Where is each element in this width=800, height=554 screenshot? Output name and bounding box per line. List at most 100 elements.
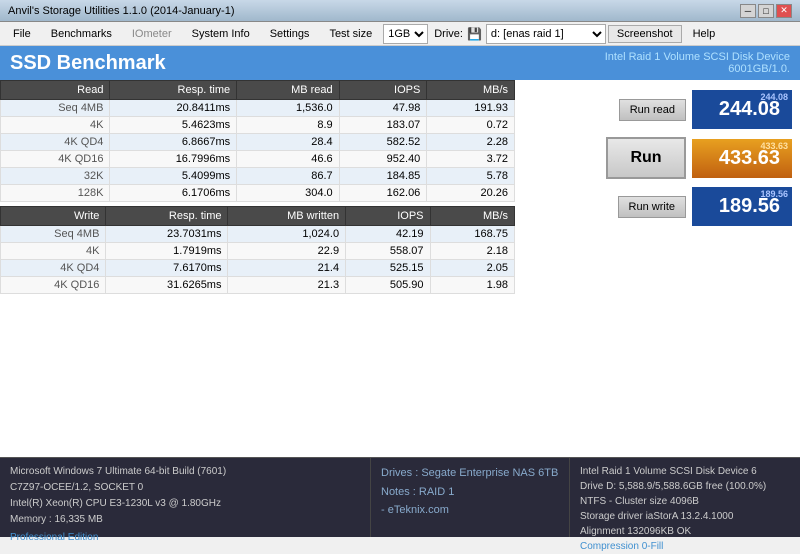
run-write-button[interactable]: Run write bbox=[618, 196, 686, 218]
system-info-line: Intel(R) Xeon(R) CPU E3-1230L v3 @ 1.80G… bbox=[10, 496, 360, 512]
write-table-row: 4K1.7919ms22.9558.072.18 bbox=[1, 243, 515, 260]
read-table: Read Resp. time MB read IOPS MB/s Seq 4M… bbox=[0, 80, 515, 202]
write-cell: 558.07 bbox=[346, 243, 430, 260]
settings-menu[interactable]: Settings bbox=[261, 25, 319, 43]
write-cell: 2.05 bbox=[430, 260, 514, 277]
ssd-capacity: 6001GB/1.0. bbox=[605, 63, 790, 75]
write-cell: 21.4 bbox=[228, 260, 346, 277]
write-cell: 2.18 bbox=[430, 243, 514, 260]
write-cell: 7.6170ms bbox=[106, 260, 228, 277]
drives-notes-line: Notes : RAID 1 bbox=[381, 483, 559, 502]
pro-edition: Professional Edition bbox=[10, 530, 360, 546]
write-cell: 22.9 bbox=[228, 243, 346, 260]
ssd-device-name: Intel Raid 1 Volume SCSI Disk Device bbox=[605, 51, 790, 63]
read-table-row: 128K6.1706ms304.0162.0620.26 bbox=[1, 185, 515, 202]
disk-info-line: Storage driver iaStorA 13.2.4.1000 bbox=[580, 509, 790, 524]
write-cell: 21.3 bbox=[228, 277, 346, 294]
system-info: Microsoft Windows 7 Ultimate 64-bit Buil… bbox=[10, 464, 360, 528]
resp-time-col-header: Resp. time bbox=[110, 81, 237, 100]
disk-info-line[interactable]: Compression 0-Fill bbox=[580, 539, 790, 554]
read-cell: 8.9 bbox=[237, 117, 340, 134]
run-button[interactable]: Run bbox=[606, 137, 686, 179]
read-cell: 2.28 bbox=[427, 134, 515, 151]
read-cell: 32K bbox=[1, 168, 110, 185]
write-cell: 1.98 bbox=[430, 277, 514, 294]
minimize-button[interactable]: ─ bbox=[740, 4, 756, 18]
bottom-bar: Microsoft Windows 7 Ultimate 64-bit Buil… bbox=[0, 457, 800, 537]
write-cell: 4K bbox=[1, 243, 106, 260]
write-cell: 168.75 bbox=[430, 226, 514, 243]
file-menu[interactable]: File bbox=[4, 25, 40, 43]
read-cell: 191.93 bbox=[427, 100, 515, 117]
read-cell: 86.7 bbox=[237, 168, 340, 185]
run-read-row: Run read 244.08 244.08 bbox=[526, 90, 792, 129]
read-cell: 4K bbox=[1, 117, 110, 134]
read-cell: 5.4099ms bbox=[110, 168, 237, 185]
read-cell: 1,536.0 bbox=[237, 100, 340, 117]
write-cell: 31.6265ms bbox=[106, 277, 228, 294]
read-cell: 28.4 bbox=[237, 134, 340, 151]
help-menu[interactable]: Help bbox=[684, 25, 725, 43]
read-cell: 3.72 bbox=[427, 151, 515, 168]
disk-info-line: Intel Raid 1 Volume SCSI Disk Device 6 bbox=[580, 464, 790, 479]
iometer-menu[interactable]: IOmeter bbox=[123, 25, 181, 43]
read-cell: 4K QD4 bbox=[1, 134, 110, 151]
screenshot-button[interactable]: Screenshot bbox=[608, 25, 682, 43]
write-cell: 4K QD4 bbox=[1, 260, 106, 277]
iops-read-col-header: IOPS bbox=[339, 81, 427, 100]
write-cell: 525.15 bbox=[346, 260, 430, 277]
read-cell: 5.4623ms bbox=[110, 117, 237, 134]
write-table-row: 4K QD47.6170ms21.4525.152.05 bbox=[1, 260, 515, 277]
write-col-header: Write bbox=[1, 207, 106, 226]
total-score-box: 433.63 433.63 bbox=[692, 139, 792, 178]
read-cell: 582.52 bbox=[339, 134, 427, 151]
write-cell: 42.19 bbox=[346, 226, 430, 243]
bottom-middle: Drives : Segate Enterprise NAS 6TBNotes … bbox=[370, 458, 570, 537]
read-table-row: 4K QD1616.7996ms46.6952.403.72 bbox=[1, 151, 515, 168]
read-cell: 162.06 bbox=[339, 185, 427, 202]
read-table-row: Seq 4MB20.8411ms1,536.047.98191.93 bbox=[1, 100, 515, 117]
read-cell: 5.78 bbox=[427, 168, 515, 185]
benchmarks-menu[interactable]: Benchmarks bbox=[42, 25, 121, 43]
read-cell: Seq 4MB bbox=[1, 100, 110, 117]
read-cell: 4K QD16 bbox=[1, 151, 110, 168]
test-size-select[interactable]: 1GB bbox=[383, 24, 428, 44]
write-table-row: Seq 4MB23.7031ms1,024.042.19168.75 bbox=[1, 226, 515, 243]
title-bar-text: Anvil's Storage Utilities 1.1.0 (2014-Ja… bbox=[8, 5, 234, 17]
right-panel: Run read 244.08 244.08 Run 433.63 433.63… bbox=[518, 80, 800, 457]
title-bar: Anvil's Storage Utilities 1.1.0 (2014-Ja… bbox=[0, 0, 800, 22]
read-cell: 0.72 bbox=[427, 117, 515, 134]
ssd-title: SSD Benchmark bbox=[10, 52, 166, 75]
read-score-label: 244.08 bbox=[760, 92, 788, 102]
title-bar-buttons: ─ □ ✕ bbox=[740, 4, 792, 18]
read-cell: 20.8411ms bbox=[110, 100, 237, 117]
close-button[interactable]: ✕ bbox=[776, 4, 792, 18]
write-cell: 505.90 bbox=[346, 277, 430, 294]
mb-written-col-header: MB written bbox=[228, 207, 346, 226]
run-read-button[interactable]: Run read bbox=[619, 99, 686, 121]
drives-notes-line: Drives : Segate Enterprise NAS 6TB bbox=[381, 464, 559, 483]
total-score-label: 433.63 bbox=[760, 141, 788, 151]
read-cell: 128K bbox=[1, 185, 110, 202]
system-info-line: C7Z97-OCEE/1.2, SOCKET 0 bbox=[10, 480, 360, 496]
maximize-button[interactable]: □ bbox=[758, 4, 774, 18]
run-write-row: Run write 189.56 189.56 bbox=[526, 187, 792, 226]
read-score-box: 244.08 244.08 bbox=[692, 90, 792, 129]
mbs-write-col-header: MB/s bbox=[430, 207, 514, 226]
resp-time-write-col-header: Resp. time bbox=[106, 207, 228, 226]
bottom-right: Intel Raid 1 Volume SCSI Disk Device 6Dr… bbox=[570, 458, 800, 537]
write-cell: 23.7031ms bbox=[106, 226, 228, 243]
write-table-row: 4K QD1631.6265ms21.3505.901.98 bbox=[1, 277, 515, 294]
system-info-line: Memory : 16,335 MB bbox=[10, 512, 360, 528]
disk-info-line: Drive D: 5,588.9/5,588.6GB free (100.0%) bbox=[580, 479, 790, 494]
drives-notes-line: - eTeknix.com bbox=[381, 501, 559, 520]
system-info-menu[interactable]: System Info bbox=[183, 25, 259, 43]
read-table-row: 4K QD46.8667ms28.4582.522.28 bbox=[1, 134, 515, 151]
benchmark-table-area: Read Resp. time MB read IOPS MB/s Seq 4M… bbox=[0, 80, 518, 457]
write-cell: Seq 4MB bbox=[1, 226, 106, 243]
read-table-row: 4K5.4623ms8.9183.070.72 bbox=[1, 117, 515, 134]
drive-select[interactable]: d: [enas raid 1] bbox=[486, 24, 606, 44]
read-cell: 184.85 bbox=[339, 168, 427, 185]
menu-bar: File Benchmarks IOmeter System Info Sett… bbox=[0, 22, 800, 46]
system-info-line: Microsoft Windows 7 Ultimate 64-bit Buil… bbox=[10, 464, 360, 480]
